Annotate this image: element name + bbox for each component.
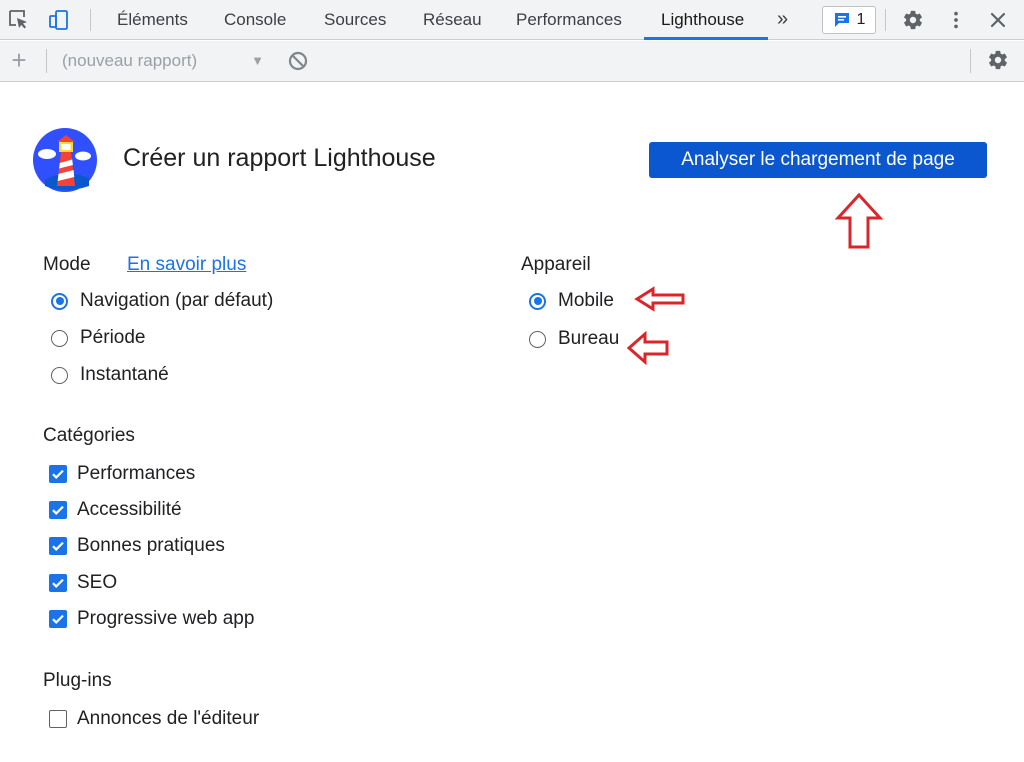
device-option-mobile[interactable]: Mobile (529, 289, 614, 313)
tab-performance[interactable]: Performances (516, 0, 622, 40)
checkbox-accessibility[interactable] (49, 501, 67, 519)
checkbox-publisher-ads[interactable] (49, 710, 67, 728)
checkbox-seo[interactable] (49, 574, 67, 592)
radio-desktop[interactable] (529, 330, 546, 348)
device-option-label: Mobile (558, 290, 614, 311)
lighthouse-toolbar: + (nouveau rapport) ▼ (0, 41, 1024, 82)
radio-mobile[interactable] (529, 292, 546, 310)
category-pwa[interactable]: Progressive web app (49, 607, 254, 631)
categories-heading: Catégories (43, 425, 135, 446)
block-icon[interactable] (287, 50, 309, 72)
mode-option-label: Période (80, 327, 146, 348)
analyze-page-load-button[interactable]: Analyser le chargement de page (649, 142, 987, 178)
checkbox-performance[interactable] (49, 465, 67, 483)
annotation-arrow-left-icon (626, 331, 669, 365)
device-option-label: Bureau (558, 328, 620, 349)
more-tabs-button[interactable]: » (777, 0, 788, 40)
plugin-publisher-ads[interactable]: Annonces de l'éditeur (49, 707, 259, 731)
kebab-menu-icon[interactable] (943, 7, 969, 33)
tab-network[interactable]: Réseau (423, 0, 482, 40)
category-label: Bonnes pratiques (77, 535, 225, 556)
category-label: Accessibilité (77, 499, 182, 520)
annotation-arrow-up-icon (834, 192, 884, 249)
tab-console[interactable]: Console (224, 0, 286, 40)
gear-icon[interactable] (900, 7, 926, 33)
annotation-arrow-left-icon (634, 286, 685, 312)
tab-elements[interactable]: Éléments (117, 0, 188, 40)
plugins-heading: Plug-ins (43, 670, 112, 691)
issues-count: 1 (856, 11, 866, 28)
category-seo[interactable]: SEO (49, 571, 117, 595)
category-best-practices[interactable]: Bonnes pratiques (49, 534, 225, 558)
category-performance[interactable]: Performances (49, 462, 195, 486)
mode-option-timespan[interactable]: Période (51, 326, 146, 350)
mode-option-label: Instantané (80, 364, 169, 385)
tab-lighthouse[interactable]: Lighthouse (661, 0, 744, 40)
mode-option-snapshot[interactable]: Instantané (51, 363, 169, 387)
page-title: Créer un rapport Lighthouse (123, 144, 436, 172)
checkbox-pwa[interactable] (49, 610, 67, 628)
plugin-label: Annonces de l'éditeur (77, 708, 260, 729)
category-accessibility[interactable]: Accessibilité (49, 498, 182, 522)
issues-icon (834, 13, 849, 27)
category-label: Progressive web app (77, 608, 255, 629)
radio-snapshot[interactable] (51, 366, 68, 384)
issues-button[interactable]: 1 (822, 6, 876, 34)
radio-navigation[interactable] (51, 292, 68, 310)
radio-timespan[interactable] (51, 329, 68, 347)
chevron-down-icon: ▼ (251, 53, 264, 68)
tab-sources[interactable]: Sources (324, 0, 386, 40)
device-toggle-icon[interactable] (46, 7, 72, 33)
lighthouse-settings-gear-icon[interactable] (985, 47, 1011, 73)
learn-more-link[interactable]: En savoir plus (127, 254, 246, 276)
close-icon[interactable] (985, 7, 1011, 33)
category-label: SEO (77, 572, 118, 593)
mode-option-label: Navigation (par défaut) (80, 290, 274, 311)
active-tab-indicator (644, 37, 768, 40)
inspect-element-icon[interactable] (6, 7, 32, 33)
lighthouse-logo (33, 128, 97, 192)
checkbox-best-practices[interactable] (49, 537, 67, 555)
add-report-button[interactable]: + (8, 45, 30, 75)
mode-option-navigation[interactable]: Navigation (par défaut) (51, 289, 273, 313)
report-select-value: (nouveau rapport) (62, 51, 198, 70)
devtools-tab-bar: Éléments Console Sources Réseau Performa… (0, 0, 1024, 40)
category-label: Performances (77, 463, 196, 484)
device-option-desktop[interactable]: Bureau (529, 327, 619, 351)
mode-heading: Mode (43, 254, 91, 275)
report-select[interactable]: (nouveau rapport) ▼ (62, 47, 268, 75)
device-heading: Appareil (521, 254, 591, 275)
